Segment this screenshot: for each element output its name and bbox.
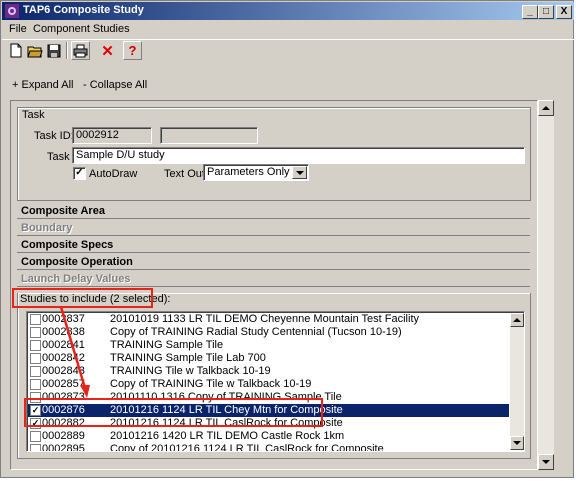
help-question-icon[interactable]: ? — [123, 41, 142, 60]
list-scroll-up-button[interactable] — [510, 313, 524, 327]
study-row[interactable]: 0002838 Copy of TRAINING Radial Study Cen… — [28, 326, 509, 339]
studies-listbox[interactable]: 0002837 20101019 1133 LR TIL DEMO Cheyenn… — [26, 311, 525, 452]
close-button[interactable]: X — [556, 5, 572, 19]
collapse-all-link[interactable]: - Collapse All — [83, 79, 147, 91]
task-id-field: 0002912 — [72, 127, 152, 144]
main-vertical-scrollbar[interactable] — [538, 100, 554, 470]
app-window: TAP6 Composite Study _ □ X File Componen… — [0, 0, 574, 478]
study-row[interactable]: 0002895 Copy of 20101216 1124 LR TIL Casl… — [28, 443, 509, 452]
study-id: 0002838 — [42, 326, 85, 338]
text-out-label: Text Out: — [164, 168, 209, 180]
study-description: TRAINING Tile w Talkback 10-19 — [110, 365, 271, 377]
task-name-label: Task — [47, 151, 70, 163]
study-row[interactable]: 0002843 TRAINING Tile w Talkback 10-19 — [28, 365, 509, 378]
scroll-down-button[interactable] — [538, 454, 554, 470]
study-description: 20101216 1420 LR TIL DEMO Castle Rock 1k… — [110, 430, 345, 442]
study-checkbox[interactable] — [30, 431, 41, 442]
section-boundary: Boundary — [17, 222, 530, 236]
menu-bar: File Component Studies — [2, 20, 574, 38]
window-title: TAP6 Composite Study — [23, 4, 144, 16]
study-checkbox[interactable] — [30, 314, 41, 325]
study-row[interactable]: 0002842 TRAINING Sample Tile Lab 700 — [28, 352, 509, 365]
arrow-down-icon — [513, 441, 521, 445]
study-description: TRAINING Sample Tile — [110, 339, 224, 351]
expand-all-link[interactable]: + Expand All — [12, 79, 73, 91]
annotation-header-box — [12, 288, 153, 308]
study-id: 0002842 — [42, 352, 85, 364]
study-description: Copy of TRAINING Tile w Talkback 10-19 — [110, 378, 312, 390]
study-checkbox[interactable] — [30, 379, 41, 390]
study-id: 0002889 — [42, 430, 85, 442]
study-row[interactable]: 0002841 TRAINING Sample Tile — [28, 339, 509, 352]
open-folder-icon[interactable] — [25, 41, 44, 60]
title-bar[interactable]: TAP6 Composite Study _ □ X — [2, 2, 574, 20]
study-row[interactable]: 0002889 20101216 1420 LR TIL DEMO Castle … — [28, 430, 509, 443]
delete-x-icon[interactable]: ✕ — [98, 41, 117, 60]
study-checkbox[interactable] — [30, 366, 41, 377]
study-id: 0002857 — [42, 378, 85, 390]
section-composite-specs[interactable]: Composite Specs — [17, 239, 530, 253]
study-id: 0002837 — [42, 313, 85, 325]
study-checkbox[interactable] — [30, 353, 41, 364]
print-icon[interactable] — [71, 41, 90, 60]
text-out-select[interactable]: Parameters Only — [203, 164, 309, 181]
section-launch-delay-values: Launch Delay Values — [17, 273, 530, 287]
scroll-up-button[interactable] — [538, 100, 554, 116]
text-out-value: Parameters Only — [207, 166, 290, 178]
task-id-extra-field — [160, 127, 258, 144]
study-id: 0002841 — [42, 339, 85, 351]
study-description: Copy of 20101216 1124 LR TIL CaslRock fo… — [110, 443, 384, 452]
study-description: TRAINING Sample Tile Lab 700 — [110, 352, 266, 364]
app-icon — [5, 4, 19, 18]
arrow-up-icon — [513, 318, 521, 322]
annotation-selected-box — [24, 398, 323, 427]
arrow-up-icon — [542, 106, 550, 110]
menu-file[interactable]: File — [9, 23, 27, 35]
task-name-input[interactable]: Sample D/U study — [72, 147, 525, 164]
menu-component-studies[interactable]: Component Studies — [33, 23, 130, 35]
toolbar: ✕ ? — [2, 39, 574, 62]
study-row[interactable]: 0002857 Copy of TRAINING Tile w Talkback … — [28, 378, 509, 391]
study-id: 0002843 — [42, 365, 85, 377]
dropdown-button[interactable] — [292, 166, 307, 179]
section-composite-operation[interactable]: Composite Operation — [17, 256, 530, 270]
save-disk-icon[interactable] — [44, 41, 63, 60]
task-group-label: Task — [22, 109, 45, 121]
new-document-icon[interactable] — [6, 41, 25, 60]
list-vertical-scrollbar[interactable] — [510, 313, 524, 450]
study-description: Copy of TRAINING Radial Study Centennial… — [110, 326, 402, 338]
autodraw-label: AutoDraw — [89, 168, 138, 180]
arrow-down-icon — [542, 460, 550, 464]
autodraw-checkbox[interactable]: ✓ — [73, 167, 86, 180]
study-checkbox[interactable] — [30, 444, 41, 451]
toolbar-separator — [66, 42, 68, 59]
study-row[interactable]: 0002837 20101019 1133 LR TIL DEMO Cheyenn… — [28, 313, 509, 326]
minimize-button[interactable]: _ — [522, 5, 538, 19]
section-composite-area[interactable]: Composite Area — [17, 205, 530, 219]
task-id-label: Task ID: — [34, 130, 74, 142]
study-description: 20101019 1133 LR TIL DEMO Cheyenne Mount… — [110, 313, 419, 325]
maximize-button[interactable]: □ — [538, 5, 554, 19]
study-id: 0002895 — [42, 443, 85, 452]
list-scroll-down-button[interactable] — [510, 436, 524, 450]
study-checkbox[interactable] — [30, 340, 41, 351]
chevron-down-icon — [295, 170, 304, 175]
study-checkbox[interactable] — [30, 327, 41, 338]
